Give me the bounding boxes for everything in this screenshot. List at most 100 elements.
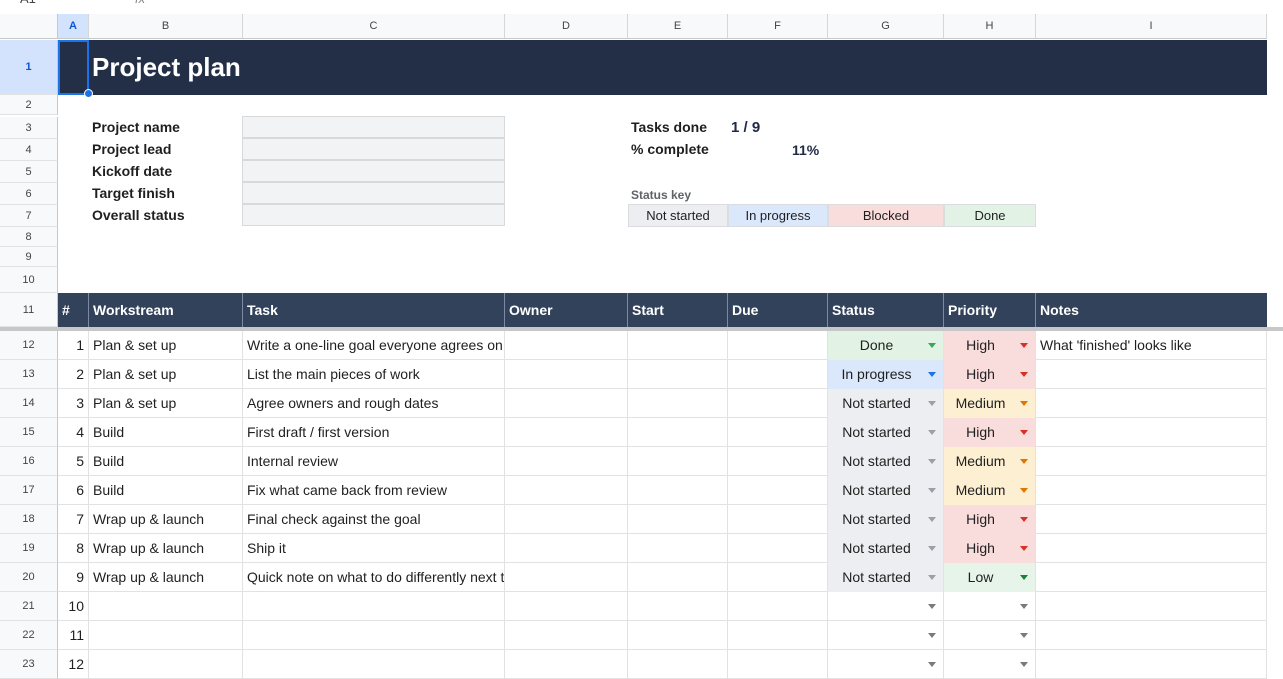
cell-status[interactable]: Not started	[828, 447, 944, 476]
cell-status[interactable]	[828, 592, 944, 621]
fill-handle[interactable]	[84, 89, 93, 98]
cell-owner[interactable]	[505, 389, 628, 418]
status-dropdown-chevron-icon[interactable]	[928, 546, 936, 551]
cell-due[interactable]	[728, 563, 828, 592]
cell-notes[interactable]	[1036, 418, 1267, 447]
cell-due[interactable]	[728, 418, 828, 447]
cell-workstream[interactable]: Plan & set up	[89, 360, 243, 389]
cell-due[interactable]	[728, 505, 828, 534]
priority-dropdown-chevron-icon[interactable]	[1020, 488, 1028, 493]
column-header-c[interactable]: C	[243, 14, 505, 39]
cell-due[interactable]	[728, 360, 828, 389]
project-name-field[interactable]	[242, 116, 505, 138]
cell-workstream[interactable]: Build	[89, 418, 243, 447]
column-header-b[interactable]: B	[89, 14, 243, 39]
cell-task[interactable]: Agree owners and rough dates	[243, 389, 505, 418]
cell-notes[interactable]	[1036, 534, 1267, 563]
cell-number[interactable]: 8	[58, 534, 89, 563]
cell-status[interactable]	[828, 650, 944, 679]
row-header-5[interactable]: 5	[0, 161, 58, 183]
status-dropdown-chevron-icon[interactable]	[928, 604, 936, 609]
cell-number[interactable]: 10	[58, 592, 89, 621]
column-header-i[interactable]: I	[1036, 14, 1267, 39]
cell-status[interactable]: Not started	[828, 418, 944, 447]
cell-due[interactable]	[728, 534, 828, 563]
cell-owner[interactable]	[505, 476, 628, 505]
header-task[interactable]: Task	[243, 293, 505, 327]
cell-status[interactable]: Not started	[828, 476, 944, 505]
priority-dropdown-chevron-icon[interactable]	[1020, 372, 1028, 377]
cell-number[interactable]: 7	[58, 505, 89, 534]
cell-task[interactable]: Write a one-line goal everyone agrees on	[243, 331, 505, 360]
priority-dropdown-chevron-icon[interactable]	[1020, 546, 1028, 551]
row-header-3[interactable]: 3	[0, 117, 58, 139]
cell-number[interactable]: 9	[58, 563, 89, 592]
status-dropdown-chevron-icon[interactable]	[928, 488, 936, 493]
cell-number[interactable]: 2	[58, 360, 89, 389]
cell-task[interactable]: Quick note on what to do differently nex…	[243, 563, 505, 592]
cell-due[interactable]	[728, 650, 828, 679]
priority-dropdown-chevron-icon[interactable]	[1020, 662, 1028, 667]
cell-workstream[interactable]: Build	[89, 447, 243, 476]
cell-task[interactable]: Fix what came back from review	[243, 476, 505, 505]
cell-workstream[interactable]: Plan & set up	[89, 331, 243, 360]
cell-notes[interactable]	[1036, 476, 1267, 505]
cell-start[interactable]	[628, 389, 728, 418]
row-header-10[interactable]: 10	[0, 267, 58, 293]
cell-owner[interactable]	[505, 534, 628, 563]
cell-start[interactable]	[628, 534, 728, 563]
cell-owner[interactable]	[505, 505, 628, 534]
cell-workstream[interactable]: Wrap up & launch	[89, 563, 243, 592]
cell-owner[interactable]	[505, 447, 628, 476]
cell-task[interactable]	[243, 592, 505, 621]
cell-workstream[interactable]: Build	[89, 476, 243, 505]
header-number[interactable]: #	[58, 293, 89, 327]
overall-status-field[interactable]	[242, 204, 505, 226]
priority-dropdown-chevron-icon[interactable]	[1020, 343, 1028, 348]
cell-status[interactable]: Not started	[828, 563, 944, 592]
priority-dropdown-chevron-icon[interactable]	[1020, 604, 1028, 609]
priority-dropdown-chevron-icon[interactable]	[1020, 575, 1028, 580]
row-header-16[interactable]: 16	[0, 447, 58, 476]
cell-owner[interactable]	[505, 650, 628, 679]
cell-notes[interactable]	[1036, 592, 1267, 621]
status-dropdown-chevron-icon[interactable]	[928, 633, 936, 638]
cell-number[interactable]: 12	[58, 650, 89, 679]
cell-workstream[interactable]	[89, 592, 243, 621]
row-header-18[interactable]: 18	[0, 505, 58, 534]
cell-owner[interactable]	[505, 418, 628, 447]
cell-notes[interactable]	[1036, 650, 1267, 679]
column-header-d[interactable]: D	[505, 14, 628, 39]
cell-notes[interactable]	[1036, 360, 1267, 389]
select-all-corner[interactable]	[0, 14, 58, 39]
cell-owner[interactable]	[505, 563, 628, 592]
row-header-21[interactable]: 21	[0, 592, 58, 621]
cell-notes[interactable]	[1036, 563, 1267, 592]
cell-workstream[interactable]: Wrap up & launch	[89, 505, 243, 534]
cell-workstream[interactable]	[89, 621, 243, 650]
row-header-8[interactable]: 8	[0, 227, 58, 247]
status-dropdown-chevron-icon[interactable]	[928, 662, 936, 667]
column-header-a[interactable]: A	[58, 14, 89, 39]
cell-status[interactable]: Done	[828, 331, 944, 360]
cell-start[interactable]	[628, 563, 728, 592]
column-header-h[interactable]: H	[944, 14, 1036, 39]
project-lead-field[interactable]	[242, 138, 505, 160]
row-header-23[interactable]: 23	[0, 650, 58, 679]
cell-owner[interactable]	[505, 360, 628, 389]
status-dropdown-chevron-icon[interactable]	[928, 401, 936, 406]
cell-due[interactable]	[728, 476, 828, 505]
cell-task[interactable]: List the main pieces of work	[243, 360, 505, 389]
cell-status[interactable]: Not started	[828, 505, 944, 534]
selected-cell-a1[interactable]	[58, 40, 89, 95]
cell-owner[interactable]	[505, 331, 628, 360]
cell-notes[interactable]	[1036, 447, 1267, 476]
row-header-22[interactable]: 22	[0, 621, 58, 650]
cell-due[interactable]	[728, 592, 828, 621]
cell-status[interactable]: Not started	[828, 389, 944, 418]
cell-status[interactable]	[828, 621, 944, 650]
cell-notes[interactable]	[1036, 505, 1267, 534]
header-status[interactable]: Status	[828, 293, 944, 327]
kickoff-date-field[interactable]	[242, 160, 505, 182]
cell-task[interactable]	[243, 650, 505, 679]
